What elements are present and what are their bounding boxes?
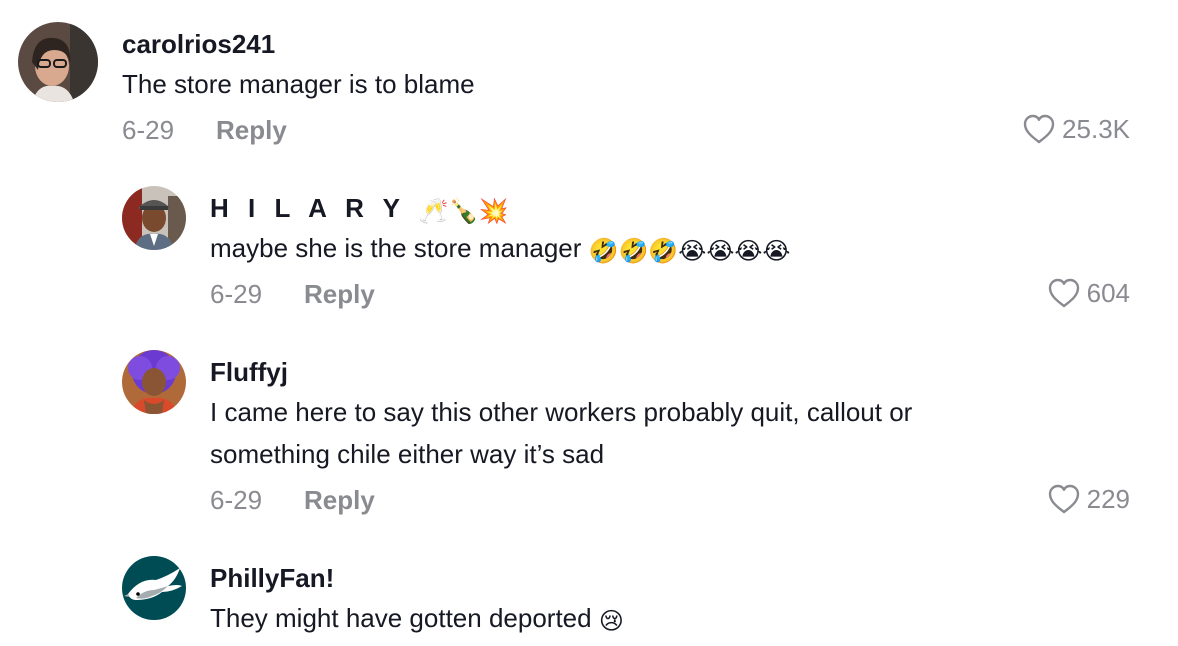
avatar[interactable] xyxy=(18,22,98,102)
avatar[interactable] xyxy=(122,350,186,414)
like-count: 604 xyxy=(1086,277,1130,308)
comment-text: maybe she is the store manager 🤣🤣🤣😭😭😭😭 xyxy=(210,227,790,269)
comment-username[interactable]: carolrios241 xyxy=(122,29,275,60)
comment-date: 6-29 xyxy=(210,485,263,515)
avatar[interactable] xyxy=(122,556,186,620)
comment-username[interactable]: Fluffyj xyxy=(210,357,288,388)
like-button[interactable]: 604 xyxy=(1047,277,1130,309)
avatar[interactable] xyxy=(122,186,186,250)
comment-text: They might have gotten deported 😢 xyxy=(210,597,624,639)
comment-text: The store manager is to blame xyxy=(122,69,475,99)
comment-date: 6-29 xyxy=(122,115,175,145)
username-emoji: 🥂🍾💥 xyxy=(418,197,509,225)
like-button[interactable]: 229 xyxy=(1047,483,1130,515)
comment-username[interactable]: H I L A R Y 🥂🍾💥 xyxy=(210,193,508,224)
heart-outline-icon xyxy=(1022,113,1056,145)
comment-username[interactable]: PhillyFan! xyxy=(210,563,334,594)
comment-emoji: 🤣🤣🤣😭😭😭😭 xyxy=(588,237,791,265)
username-text: H I L A R Y xyxy=(210,193,406,223)
comment-date: 6-29 xyxy=(210,279,263,309)
comment-text-body: maybe she is the store manager xyxy=(210,233,582,263)
reply-button[interactable]: Reply xyxy=(304,279,375,310)
reply-button[interactable]: Reply xyxy=(216,115,287,146)
comment-text-body: They might have gotten deported xyxy=(210,603,592,633)
comment-text-line-2: something chile either way it’s sad xyxy=(210,439,605,469)
like-count: 229 xyxy=(1086,483,1130,514)
like-button[interactable]: 25.3K xyxy=(1022,113,1130,145)
reply-button[interactable]: Reply xyxy=(304,485,375,516)
comment-text-line-1: I came here to say this other workers pr… xyxy=(210,397,913,427)
comment-emoji: 😢 xyxy=(598,607,624,635)
heart-outline-icon xyxy=(1047,277,1081,309)
like-count: 25.3K xyxy=(1062,113,1130,144)
heart-outline-icon xyxy=(1047,483,1081,515)
